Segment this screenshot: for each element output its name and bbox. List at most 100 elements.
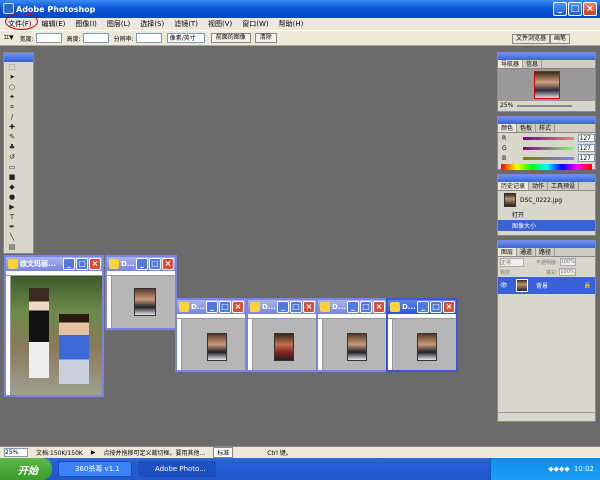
doc-maximize-button[interactable]: □ <box>76 258 88 270</box>
menu-filter[interactable]: 滤镜(T) <box>174 19 198 29</box>
color-spectrum-bar[interactable] <box>501 164 592 170</box>
panel-header[interactable] <box>498 241 595 248</box>
maximize-button[interactable]: □ <box>568 2 582 16</box>
menu-window[interactable]: 窗口(W) <box>242 19 268 29</box>
close-button[interactable]: × <box>583 2 597 16</box>
pen-tool-icon[interactable]: ✒ <box>6 223 18 232</box>
eye-icon[interactable]: 👁 <box>500 282 508 289</box>
canvas-area[interactable] <box>253 319 316 370</box>
front-image-button[interactable]: 前面的图像 <box>210 33 251 43</box>
zoom-slider[interactable] <box>517 104 573 107</box>
menu-select[interactable]: 选择(S) <box>140 19 164 29</box>
canvas-area[interactable] <box>323 319 386 370</box>
height-input[interactable] <box>82 33 109 43</box>
navigator-zoom-value[interactable]: 25% <box>500 102 513 109</box>
fill-value[interactable]: 100% <box>559 268 576 276</box>
panel-header[interactable] <box>498 175 595 182</box>
layer-row-background[interactable]: 👁 背景 🔒 <box>498 277 595 294</box>
blue-value[interactable]: 127 <box>577 154 595 162</box>
doc-close-button[interactable]: × <box>373 301 385 313</box>
doc-maximize-button[interactable]: □ <box>290 301 302 313</box>
width-input[interactable] <box>35 33 62 43</box>
path-select-icon[interactable]: ▶ <box>6 203 18 212</box>
blue-slider[interactable] <box>523 156 574 160</box>
document-window-5[interactable]: D... _ □ × <box>316 298 388 372</box>
photo-canvas[interactable] <box>11 276 102 395</box>
ime-status[interactable]: 标准 <box>213 447 234 458</box>
opacity-value[interactable]: 100% <box>559 258 576 266</box>
red-value[interactable]: 127 <box>577 134 595 142</box>
tab-channels[interactable]: 通道 <box>517 248 537 256</box>
crop-tool-icon[interactable]: ⌗ <box>6 103 18 112</box>
tab-brushes[interactable]: 画笔 <box>549 34 570 44</box>
notes-tool-icon[interactable]: ▤ <box>6 243 18 252</box>
doc-close-button[interactable]: × <box>162 258 174 270</box>
eraser-tool-icon[interactable]: ▭ <box>6 163 18 172</box>
document-title-bar[interactable]: D... _ □ × <box>177 300 245 314</box>
healing-brush-icon[interactable]: ✚ <box>6 123 18 132</box>
dodge-tool-icon[interactable]: ● <box>6 193 18 202</box>
tab-navigator[interactable]: 导航器 <box>498 60 524 68</box>
document-window-6[interactable]: D... _ □ × <box>386 298 458 372</box>
move-tool-icon[interactable]: ➤ <box>6 73 18 82</box>
tab-paths[interactable]: 路径 <box>536 248 556 256</box>
tab-color[interactable]: 颜色 <box>498 124 518 132</box>
history-snapshot[interactable]: DSC_0222.jpg <box>498 191 595 209</box>
tray-icons[interactable]: ◆◆◆◆ <box>548 465 570 473</box>
brush-tool-icon[interactable]: ✎ <box>6 133 18 142</box>
tab-swatches[interactable]: 色板 <box>517 124 537 132</box>
play-icon[interactable]: ▶ <box>91 449 96 456</box>
clear-button[interactable]: 清除 <box>254 33 277 43</box>
green-value[interactable]: 127 <box>577 144 595 152</box>
doc-minimize-button[interactable]: _ <box>63 258 75 270</box>
taskbar-item-photoshop[interactable]: Adobe Photo... <box>138 461 216 477</box>
canvas-area[interactable] <box>182 319 245 370</box>
clone-stamp-icon[interactable]: ♣ <box>6 143 18 152</box>
menu-layer[interactable]: 图层(L) <box>107 19 130 29</box>
doc-maximize-button[interactable]: □ <box>360 301 372 313</box>
navigator-preview[interactable] <box>498 69 595 101</box>
blend-mode-select[interactable]: 正常 <box>500 257 524 267</box>
canvas-area[interactable] <box>393 319 456 370</box>
zoom-level-field[interactable]: 25% <box>4 448 28 457</box>
tab-info[interactable]: 信息 <box>523 60 543 68</box>
green-slider[interactable] <box>523 146 574 150</box>
resolution-unit-select[interactable]: 像素/英寸 <box>166 33 205 43</box>
document-title-bar[interactable]: D... _ □ × <box>248 300 316 314</box>
canvas-area[interactable] <box>112 276 175 328</box>
gradient-tool-icon[interactable]: ■ <box>6 173 18 182</box>
tab-styles[interactable]: 样式 <box>536 124 556 132</box>
tab-tool-presets[interactable]: 工具预设 <box>548 182 580 190</box>
document-window-4[interactable]: D... _ □ × <box>246 298 318 372</box>
crop-tool-icon[interactable]: ⌗▾ <box>4 33 14 43</box>
tab-file-browser[interactable]: 文件浏览器 <box>511 34 550 44</box>
doc-close-button[interactable]: × <box>89 258 101 270</box>
history-brush-icon[interactable]: ↺ <box>6 153 18 162</box>
menu-edit[interactable]: 编辑(E) <box>42 19 66 29</box>
document-window-3[interactable]: D... _ □ × <box>175 298 247 372</box>
doc-minimize-button[interactable]: _ <box>206 301 218 313</box>
type-tool-icon[interactable]: T <box>6 213 18 222</box>
doc-minimize-button[interactable]: _ <box>347 301 359 313</box>
taskbar-item-360[interactable]: 360杀毒 v1.1 <box>58 461 132 477</box>
document-title-bar[interactable]: D... _ □ × <box>388 300 456 314</box>
menu-help[interactable]: 帮助(H) <box>279 19 304 29</box>
history-item-image-size[interactable]: 图像大小 <box>498 220 595 231</box>
tab-layers[interactable]: 图层 <box>498 248 518 256</box>
menu-image[interactable]: 图像(I) <box>75 19 97 29</box>
slice-tool-icon[interactable]: / <box>6 113 18 122</box>
doc-close-button[interactable]: × <box>303 301 315 313</box>
doc-close-button[interactable]: × <box>232 301 244 313</box>
lasso-tool-icon[interactable]: ○ <box>6 83 18 92</box>
doc-minimize-button[interactable]: _ <box>136 258 148 270</box>
blur-tool-icon[interactable]: ◆ <box>6 183 18 192</box>
magic-wand-icon[interactable]: ✦ <box>6 93 18 102</box>
doc-maximize-button[interactable]: □ <box>430 301 442 313</box>
doc-minimize-button[interactable]: _ <box>277 301 289 313</box>
doc-close-button[interactable]: × <box>443 301 455 313</box>
start-button[interactable]: 开始 <box>0 458 52 480</box>
doc-maximize-button[interactable]: □ <box>149 258 161 270</box>
panel-header[interactable] <box>498 53 595 60</box>
document-window-2[interactable]: D... _ □ × <box>105 255 177 330</box>
document-title-bar[interactable]: 欧文玛丽... _ □ × <box>6 257 102 271</box>
